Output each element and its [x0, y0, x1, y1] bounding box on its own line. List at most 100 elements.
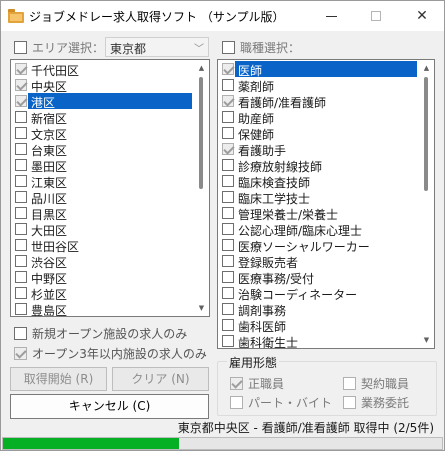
new-open-checkbox[interactable]	[14, 327, 27, 340]
list-item-label: 公認心理師/臨床心理士	[238, 224, 363, 238]
list-item-checkbox[interactable]	[222, 255, 234, 267]
progress-fill	[3, 438, 179, 449]
list-item-checkbox[interactable]	[222, 335, 234, 347]
list-item-checkbox[interactable]	[222, 143, 234, 155]
list-item-checkbox[interactable]	[222, 111, 234, 123]
contract-label: 契約職員	[361, 377, 410, 391]
list-item-checkbox[interactable]	[15, 143, 27, 155]
scroll-up-icon[interactable]: ▲	[194, 61, 209, 75]
list-item-label: 港区	[31, 96, 56, 110]
list-item-checkbox[interactable]	[222, 287, 234, 299]
job-scrollbar[interactable]: ▲ ▼	[419, 61, 434, 347]
list-item-label: 世田谷区	[31, 240, 80, 254]
list-item-checkbox[interactable]	[15, 239, 27, 251]
list-item-checkbox[interactable]	[222, 127, 234, 139]
list-item-label: 豊島区	[31, 304, 68, 317]
chevron-down-icon: ﹀	[194, 44, 204, 55]
list-item-label: 臨床検査技師	[238, 176, 311, 190]
list-item-checkbox[interactable]	[222, 207, 234, 219]
area-select-label: エリア選択：	[32, 41, 105, 55]
area-select-checkbox[interactable]	[14, 41, 27, 54]
list-item-label: 杉並区	[31, 288, 68, 302]
folder-icon	[8, 8, 24, 24]
app-window: ジョブメドレー求人取得ソフト （サンプル版） ✕ エリア選択： 東京都 ﹀ 職種…	[0, 0, 445, 451]
list-item-checkbox[interactable]	[15, 95, 27, 107]
progress-bar	[2, 437, 443, 450]
list-item-checkbox[interactable]	[222, 63, 234, 75]
list-item-label: 品川区	[31, 192, 68, 206]
list-item-checkbox[interactable]	[15, 111, 27, 123]
close-button[interactable]: ✕	[400, 1, 444, 31]
list-item-checkbox[interactable]	[15, 127, 27, 139]
scroll-thumb[interactable]	[199, 77, 203, 189]
list-item-checkbox[interactable]	[222, 319, 234, 331]
list-item-checkbox[interactable]	[15, 159, 27, 171]
list-item-label: 医療事務/受付	[238, 272, 315, 286]
maximize-button	[354, 1, 398, 31]
list-item-checkbox[interactable]	[222, 239, 234, 251]
scroll-thumb[interactable]	[424, 77, 428, 191]
list-item-checkbox[interactable]	[15, 63, 27, 75]
job-select-checkbox[interactable]	[222, 41, 235, 54]
list-item-label: 看護助手	[238, 144, 287, 158]
list-item-checkbox[interactable]	[15, 303, 27, 315]
list-item-label: 医療ソーシャルワーカー	[238, 240, 370, 254]
list-item-label: 江東区	[31, 176, 68, 190]
list-item-label: 治験コーディネーター	[238, 288, 358, 302]
list-item-checkbox[interactable]	[15, 79, 27, 91]
list-item-checkbox[interactable]	[222, 223, 234, 235]
list-item-label: 歯科医師	[238, 320, 287, 334]
clear-button[interactable]: クリア (N)	[112, 367, 209, 391]
minimize-button[interactable]	[310, 1, 354, 31]
list-item-label: 医師	[238, 64, 263, 78]
cancel-button[interactable]: キャンセル (C)	[10, 394, 209, 419]
window-title: ジョブメドレー求人取得ソフト （サンプル版）	[29, 10, 285, 24]
parttime-label: パート・バイト	[248, 396, 333, 410]
list-item-checkbox[interactable]	[222, 271, 234, 283]
employment-title: 雇用形態	[227, 354, 280, 371]
selection-highlight	[235, 61, 417, 77]
scroll-down-icon[interactable]: ▼	[419, 333, 434, 347]
area-listbox[interactable]: ▲ ▼ 千代田区 中央区 港区 新宿区 文京区 台東区 墨田区 江東区 品川区 目黒区 大田区 世田谷…	[10, 59, 210, 317]
area-scrollbar[interactable]: ▲ ▼	[194, 61, 209, 315]
list-item-checkbox[interactable]	[15, 271, 27, 283]
within-3yrs-checkbox[interactable]	[14, 347, 27, 360]
list-item-label: 助産師	[238, 112, 275, 126]
list-item-checkbox[interactable]	[222, 303, 234, 315]
job-listbox[interactable]: ▲ ▼ 医師 薬剤師 看護師/准看護師 助産師 保健師 看護助手 診療放射線技師 臨床検査技師…	[217, 59, 435, 349]
scroll-up-icon[interactable]: ▲	[419, 61, 434, 75]
list-item-label: 歯科衛生士	[238, 336, 299, 349]
list-item-checkbox[interactable]	[15, 191, 27, 203]
list-item-label: 保健師	[238, 128, 275, 142]
list-item-checkbox[interactable]	[15, 175, 27, 187]
fulltime-checkbox[interactable]	[230, 377, 243, 390]
list-item-label: 診療放射線技師	[238, 160, 323, 174]
list-item-checkbox[interactable]	[222, 95, 234, 107]
maximize-icon	[371, 11, 381, 21]
list-item-checkbox[interactable]	[15, 287, 27, 299]
list-item-checkbox[interactable]	[222, 175, 234, 187]
list-item-checkbox[interactable]	[15, 223, 27, 235]
list-item-checkbox[interactable]	[222, 79, 234, 91]
contract-checkbox[interactable]	[343, 377, 356, 390]
prefecture-select[interactable]: 東京都 ﹀	[105, 37, 209, 57]
list-item-label: 新宿区	[31, 112, 68, 126]
start-button[interactable]: 取得開始 (R)	[10, 367, 107, 391]
list-item-label: 薬剤師	[238, 80, 275, 94]
list-item-label: 登録販売者	[238, 256, 299, 270]
list-item-label: 調剤事務	[238, 304, 287, 318]
list-item-label: 中野区	[31, 272, 68, 286]
list-item-label: 臨床工学技士	[238, 192, 311, 206]
list-item-label: 大田区	[31, 224, 68, 238]
list-item-label: 千代田区	[31, 64, 80, 78]
outsourcing-checkbox[interactable]	[343, 396, 356, 409]
prefecture-select-value: 東京都	[110, 42, 147, 56]
new-open-label: 新規オープン施設の求人のみ	[32, 327, 188, 341]
scroll-down-icon[interactable]: ▼	[194, 301, 209, 315]
list-item-checkbox[interactable]	[222, 159, 234, 171]
list-item-checkbox[interactable]	[222, 191, 234, 203]
list-item-checkbox[interactable]	[15, 207, 27, 219]
parttime-checkbox[interactable]	[230, 396, 243, 409]
list-item-checkbox[interactable]	[15, 255, 27, 267]
list-item-label: 目黒区	[31, 208, 68, 222]
